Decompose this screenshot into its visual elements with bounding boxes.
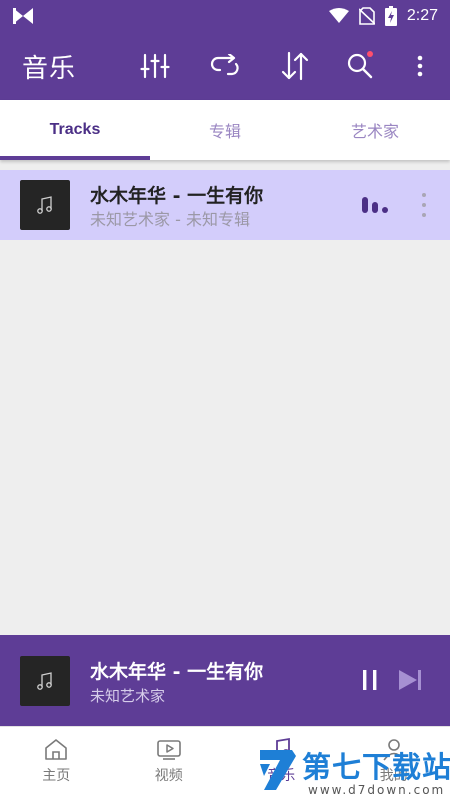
clock: 2:27: [406, 7, 438, 24]
repeat-button[interactable]: [208, 49, 242, 83]
wifi-icon: [328, 8, 349, 23]
nav-home-label: 主页: [42, 768, 71, 784]
track-subtitle: 未知艺术家 - 未知专辑: [90, 210, 250, 229]
nav-video[interactable]: 视频: [113, 727, 226, 800]
mini-player-artist: 未知艺术家: [90, 687, 166, 705]
more-dot: [422, 193, 426, 197]
track-list: 水木年华 - 一生有你 未知艺术家 - 未知专辑: [0, 170, 450, 240]
system-icons: 2:27: [328, 4, 438, 28]
more-dot: [422, 213, 426, 217]
tab-tracks[interactable]: Tracks: [0, 100, 150, 160]
video-icon: [156, 740, 181, 760]
status-bar: 2:27: [0, 0, 450, 32]
watermark-url: www.d7down.com: [308, 783, 446, 797]
now-playing-icon: [362, 197, 388, 213]
mini-player[interactable]: 水木年华 - 一生有你 未知艺术家: [0, 635, 450, 726]
watermark-text: 第七下载站: [302, 750, 450, 784]
more-vert-icon: [417, 55, 423, 77]
music-note-icon: [37, 672, 52, 690]
no-sim-icon: [358, 7, 375, 25]
app-logo-icon: [13, 8, 33, 24]
equalizer-button[interactable]: [138, 49, 172, 83]
mini-player-title: 水木年华 - 一生有你: [90, 661, 264, 683]
overflow-menu-button[interactable]: [403, 49, 437, 83]
tab-bar: Tracks 专辑 艺术家: [0, 100, 450, 160]
music-note-icon: [37, 196, 52, 214]
track-title: 水木年华 - 一生有你: [90, 185, 264, 207]
nav-home[interactable]: 主页: [0, 727, 113, 800]
list-item[interactable]: 水木年华 - 一生有你 未知艺术家 - 未知专辑: [0, 170, 450, 240]
nav-video-label: 视频: [154, 768, 183, 784]
tab-albums[interactable]: 专辑: [150, 100, 300, 160]
watermark: 第七下载站 www.d7down.com: [256, 738, 450, 798]
skip-next-button[interactable]: [396, 667, 426, 693]
pause-button[interactable]: [358, 667, 382, 693]
battery-charging-icon: [384, 6, 397, 26]
sort-button[interactable]: [278, 49, 312, 83]
sort-icon: [281, 51, 309, 81]
watermark-logo-icon: [260, 750, 296, 790]
notification-dot: [367, 51, 373, 57]
app-bar: 音乐: [0, 32, 450, 100]
search-button[interactable]: [343, 49, 377, 83]
equalizer-icon: [140, 53, 170, 79]
mini-player-album-art: [20, 656, 70, 706]
track-more-button[interactable]: [416, 193, 432, 217]
more-dot: [422, 203, 426, 207]
home-icon: [45, 739, 68, 760]
tab-artists[interactable]: 艺术家: [300, 100, 450, 160]
album-art: [20, 180, 70, 230]
repeat-icon: [210, 54, 239, 76]
page-title: 音乐: [22, 54, 77, 84]
